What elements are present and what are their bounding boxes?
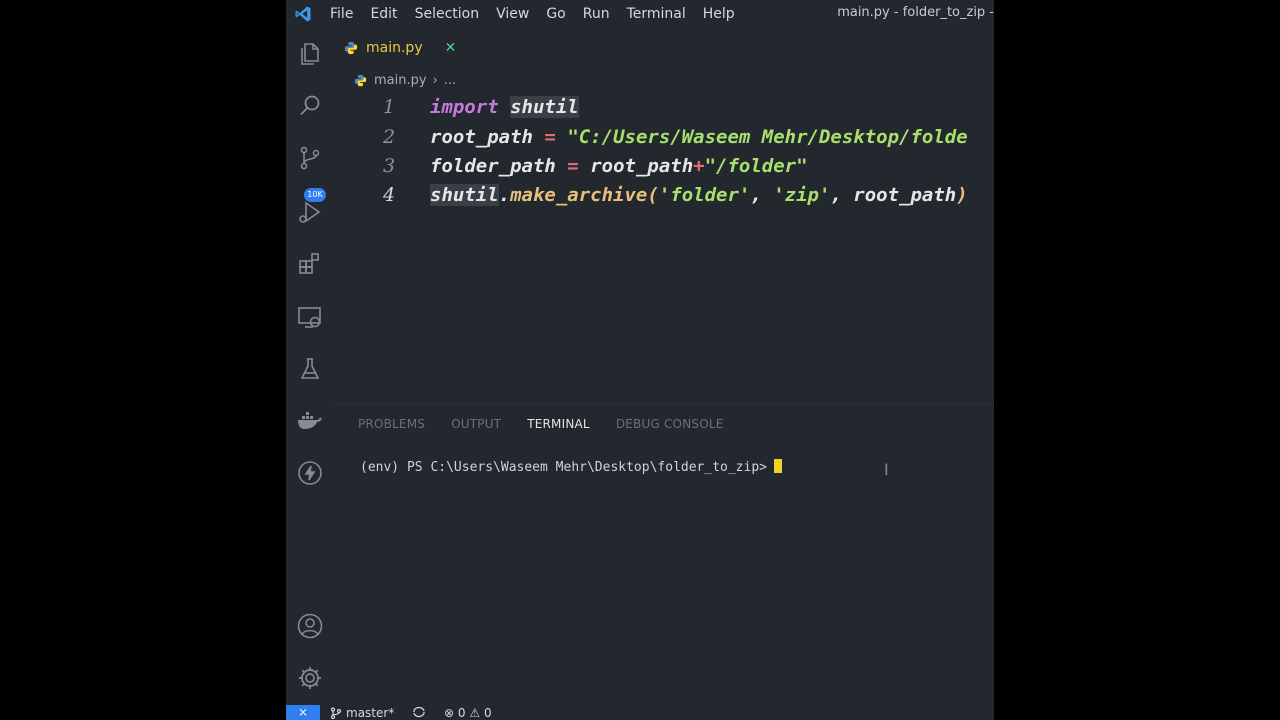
function-token: make_archive( [510, 184, 659, 206]
vscode-logo-icon[interactable] [294, 5, 312, 23]
vscode-window: File Edit Selection View Go Run Terminal… [286, 0, 994, 720]
warning-count: 0 [483, 706, 492, 720]
code-line-active: 4 shutil.make_archive('folder', 'zip', r… [334, 180, 994, 210]
title-bar: File Edit Selection View Go Run Terminal… [286, 0, 994, 28]
git-branch-icon [330, 707, 342, 719]
string-token: "C:/Users/Waseem Mehr/Desktop/folde [567, 126, 968, 148]
sync-icon[interactable] [412, 706, 426, 718]
source-control-icon[interactable] [296, 144, 324, 172]
menu-help[interactable]: Help [703, 6, 735, 22]
variable-token: root_path [430, 126, 533, 148]
code-editor[interactable]: 1 import shutil 2 root_path = "C:/Users/… [334, 92, 994, 392]
menu-bar: File Edit Selection View Go Run Terminal… [330, 0, 752, 28]
bottom-panel: PROBLEMS OUTPUT TERMINAL DEBUG CONSOLE (… [334, 404, 994, 706]
variable-token: , root_path [830, 184, 957, 206]
keyword-token: import [430, 96, 499, 118]
error-icon: ⊗ [444, 706, 455, 720]
branch-name: master* [346, 706, 395, 720]
code-text: import shutil [430, 92, 579, 122]
function-token: ) [956, 184, 968, 206]
breadcrumb: main.py › ... [354, 70, 456, 90]
menu-edit[interactable]: Edit [370, 6, 397, 22]
menu-selection[interactable]: Selection [415, 6, 480, 22]
module-token: shutil [510, 96, 579, 118]
string-token: 'folder' [658, 184, 751, 206]
testing-icon[interactable] [296, 355, 324, 383]
panel-tabs: PROBLEMS OUTPUT TERMINAL DEBUG CONSOLE [358, 417, 750, 431]
remote-explorer-icon[interactable] [296, 303, 324, 331]
tab-debug-console[interactable]: DEBUG CONSOLE [616, 417, 724, 431]
files-icon[interactable] [296, 40, 324, 68]
menu-view[interactable]: View [496, 6, 529, 22]
operator-token: + [693, 155, 705, 177]
line-number: 2 [382, 126, 396, 148]
chevron-right-icon: › [432, 72, 438, 88]
activity-bar: 10K [286, 28, 334, 705]
code-text: folder_path = root_path+"/folder" [430, 151, 808, 181]
gear-icon[interactable] [296, 664, 324, 692]
tab-output[interactable]: OUTPUT [451, 417, 501, 431]
line-number: 4 [382, 184, 396, 206]
line-number: 1 [382, 96, 396, 118]
terminal-cursor [774, 459, 782, 473]
operator-token: = [544, 126, 556, 148]
close-icon[interactable]: ✕ [445, 40, 457, 56]
extensions-icon[interactable] [296, 250, 324, 278]
string-token: 'zip' [773, 184, 831, 206]
tab-main-py[interactable]: main.py ✕ [344, 30, 456, 66]
variable-token: root_path [590, 155, 694, 177]
code-text: root_path = "C:/Users/Waseem Mehr/Deskto… [430, 122, 968, 152]
docker-icon[interactable] [296, 406, 324, 434]
breadcrumb-file[interactable]: main.py [374, 73, 427, 88]
error-count: 0 [457, 706, 466, 720]
lightning-icon[interactable] [296, 459, 324, 487]
punctuation-token: . [498, 184, 511, 206]
string-token: "/folder" [704, 155, 808, 177]
terminal-input[interactable]: (env) PS C:\Users\Waseem Mehr\Desktop\fo… [360, 459, 782, 475]
warning-icon: ⚠ [469, 706, 481, 720]
account-icon[interactable] [296, 612, 324, 640]
menu-file[interactable]: File [330, 6, 353, 22]
editor-tab-bar: main.py ✕ [334, 30, 994, 66]
window-title: main.py - folder_to_zip - [837, 5, 994, 20]
text-cursor-icon: I [884, 460, 889, 479]
variable-token: folder_path [430, 155, 556, 177]
code-line: 1 import shutil [334, 92, 994, 122]
punctuation-token: , [750, 184, 774, 206]
breadcrumb-symbol[interactable]: ... [444, 73, 456, 88]
line-number: 3 [382, 155, 396, 177]
status-bar: ⨯ master* ⊗ 0 ⚠ 0 [286, 705, 994, 720]
menu-run[interactable]: Run [583, 6, 610, 22]
menu-terminal[interactable]: Terminal [627, 6, 686, 22]
operator-token: = [567, 155, 579, 177]
tab-terminal[interactable]: TERMINAL [527, 417, 590, 431]
branch-indicator[interactable]: master* [330, 706, 394, 720]
python-file-icon [354, 74, 367, 86]
code-text: shutil.make_archive('folder', 'zip', roo… [430, 180, 968, 210]
code-line: 3 folder_path = root_path+"/folder" [334, 151, 994, 181]
tab-problems[interactable]: PROBLEMS [358, 417, 425, 431]
search-icon[interactable] [296, 92, 324, 120]
tab-label: main.py [366, 40, 423, 56]
module-token: shutil [430, 184, 499, 206]
terminal-prompt: (env) PS C:\Users\Waseem Mehr\Desktop\fo… [360, 460, 767, 475]
run-debug-icon[interactable] [296, 198, 324, 226]
code-line: 2 root_path = "C:/Users/Waseem Mehr/Desk… [334, 122, 994, 152]
python-file-icon [344, 41, 358, 55]
remote-indicator-icon[interactable]: ⨯ [286, 705, 320, 720]
menu-go[interactable]: Go [546, 6, 565, 22]
problems-indicator[interactable]: ⊗ 0 ⚠ 0 [444, 706, 492, 720]
